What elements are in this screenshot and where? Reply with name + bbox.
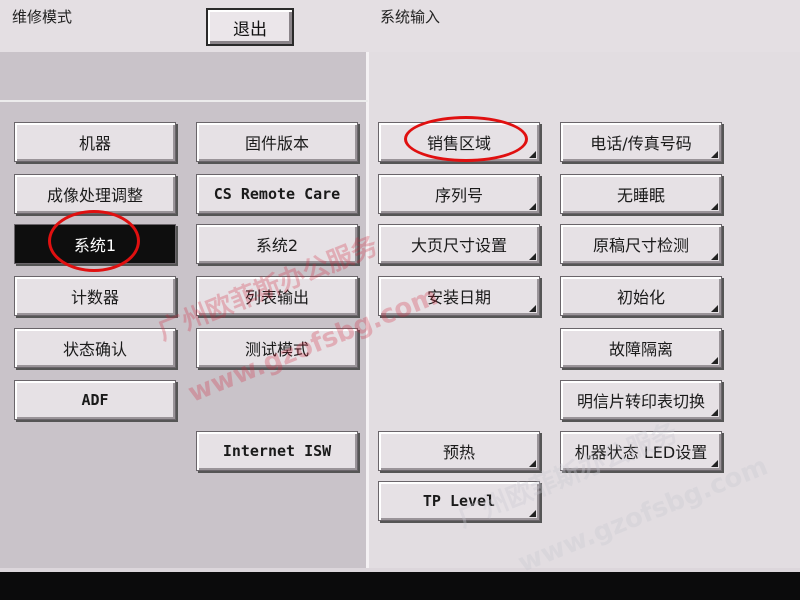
- menu-internet-isw-button[interactable]: Internet ISW: [196, 431, 358, 471]
- sales-region-button[interactable]: 销售区域: [378, 122, 540, 162]
- panel-divider: [366, 52, 369, 568]
- menu-adf-button[interactable]: ADF: [14, 380, 176, 420]
- menu-firmware-version-button[interactable]: 固件版本: [196, 122, 358, 162]
- menu-system1-button[interactable]: 系统1: [14, 224, 176, 264]
- maintenance-mode-title: 维修模式: [12, 8, 73, 26]
- no-sleep-button[interactable]: 无睡眠: [560, 174, 722, 214]
- menu-cs-remote-care-button[interactable]: CS Remote Care: [196, 174, 358, 214]
- install-date-button[interactable]: 安装日期: [378, 276, 540, 316]
- phone-fax-number-button[interactable]: 电话/传真号码: [560, 122, 722, 162]
- menu-counter-button[interactable]: 计数器: [14, 276, 176, 316]
- menu-system2-button[interactable]: 系统2: [196, 224, 358, 264]
- menu-machine-button[interactable]: 机器: [14, 122, 176, 162]
- menu-list-output-button[interactable]: 列表输出: [196, 276, 358, 316]
- warm-up-button[interactable]: 预热: [378, 431, 540, 471]
- postcard-transfer-switch-button[interactable]: 明信片转印表切换: [560, 380, 722, 420]
- exit-button[interactable]: 退出: [206, 8, 294, 46]
- header-divider: [0, 100, 368, 102]
- large-page-size-button[interactable]: 大页尺寸设置: [378, 224, 540, 264]
- menu-test-mode-button[interactable]: 测试模式: [196, 328, 358, 368]
- system-input-title: 系统输入: [380, 8, 441, 26]
- initialize-button[interactable]: 初始化: [560, 276, 722, 316]
- fault-isolation-button[interactable]: 故障隔离: [560, 328, 722, 368]
- serial-number-button[interactable]: 序列号: [378, 174, 540, 214]
- original-size-detect-button[interactable]: 原稿尺寸检测: [560, 224, 722, 264]
- tp-level-button[interactable]: TP Level: [378, 481, 540, 521]
- menu-imaging-adjust-button[interactable]: 成像处理调整: [14, 174, 176, 214]
- header-bar: 维修模式 退出 系统输入: [0, 0, 800, 52]
- menu-status-confirm-button[interactable]: 状态确认: [14, 328, 176, 368]
- machine-status-led-button[interactable]: 机器状态 LED设置: [560, 431, 722, 471]
